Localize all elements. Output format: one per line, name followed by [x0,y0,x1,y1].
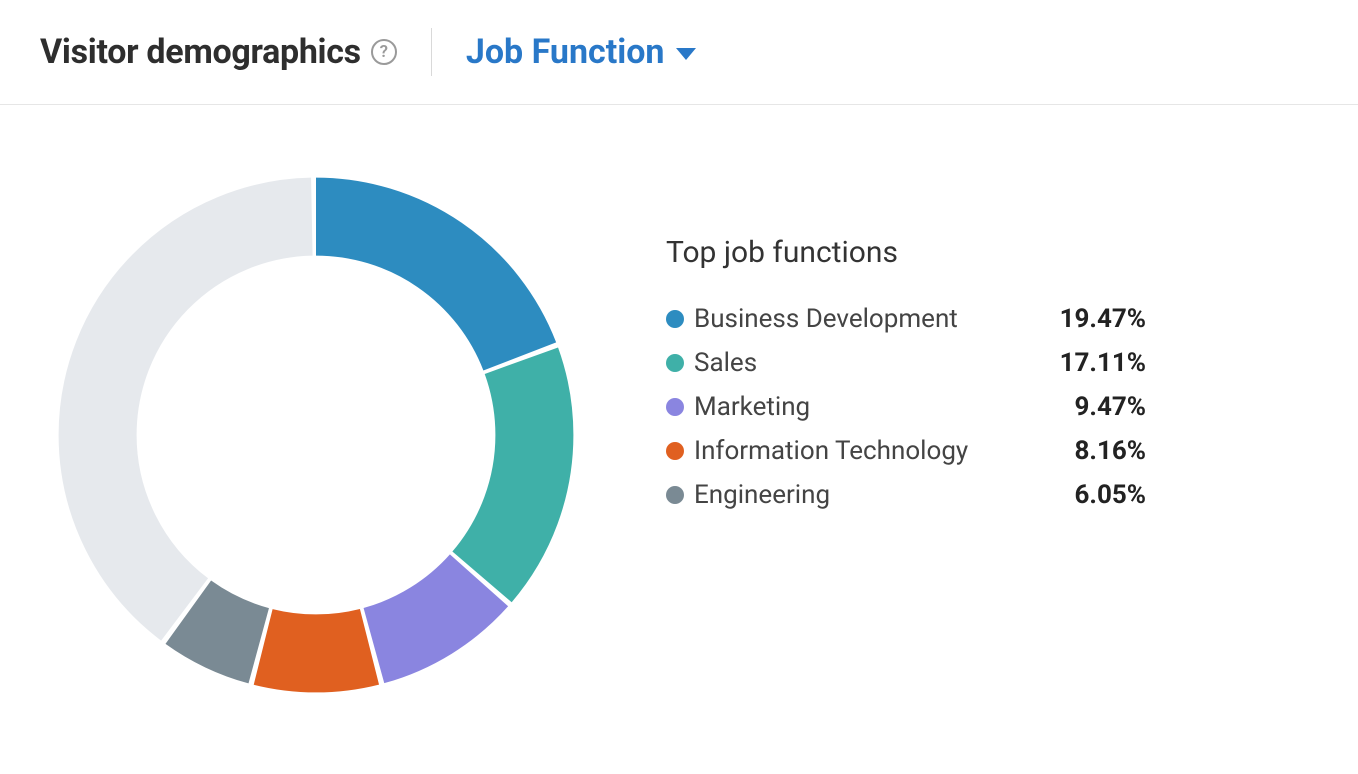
legend-label: Sales [694,348,757,378]
legend-label: Business Development [694,304,958,334]
legend-value: 19.47% [1060,304,1146,334]
help-icon[interactable]: ? [371,39,397,65]
donut-chart [56,175,576,695]
legend: Top job functions Business Development 19… [666,175,1146,510]
vertical-divider [431,28,432,76]
legend-list: Business Development 19.47% Sales 17.11% Mar… [666,304,1146,510]
legend-dot-icon [666,486,684,504]
legend-value: 8.16% [1074,436,1146,466]
header: Visitor demographics ? Job Function [0,0,1358,105]
demographic-filter-dropdown[interactable]: Job Function [466,32,697,72]
legend-row: Marketing 9.47% [666,392,1146,422]
legend-value: 6.05% [1074,480,1146,510]
legend-value: 9.47% [1074,392,1146,422]
content: Top job functions Business Development 19… [0,105,1358,735]
legend-label: Information Technology [694,436,968,466]
legend-dot-icon [666,310,684,328]
legend-row: Business Development 19.47% [666,304,1146,334]
legend-row: Information Technology 8.16% [666,436,1146,466]
chevron-down-icon [676,48,696,60]
filter-label: Job Function [466,32,665,72]
page-title: Visitor demographics [40,32,361,72]
legend-value: 17.11% [1060,348,1146,378]
title-wrap: Visitor demographics ? [40,32,397,72]
legend-dot-icon [666,442,684,460]
legend-dot-icon [666,398,684,416]
legend-label: Marketing [694,392,810,422]
legend-dot-icon [666,354,684,372]
legend-title: Top job functions [666,235,1146,270]
legend-label: Engineering [694,480,830,510]
legend-row: Engineering 6.05% [666,480,1146,510]
legend-row: Sales 17.11% [666,348,1146,378]
